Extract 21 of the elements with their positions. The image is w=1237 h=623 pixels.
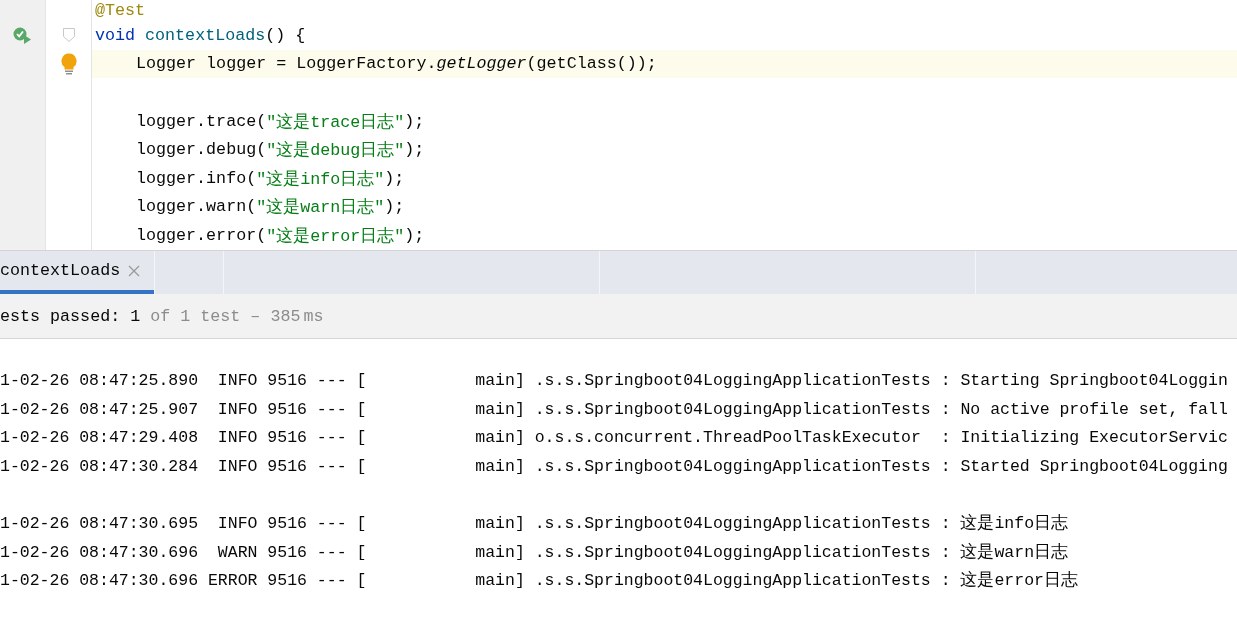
run-test-icon[interactable]: [13, 26, 33, 45]
tests-passed-text: ests passed: 1: [0, 306, 141, 326]
test-summary-text: of 1 test – 385: [149, 306, 301, 326]
lightbulb-icon[interactable]: [61, 52, 77, 75]
duration-unit: ms: [303, 306, 324, 326]
log-line: 1-02-26 08:47:30.696 ERROR 9516 --- [ main] .s.s.Springboot04LoggingApplicationTests : 这是error日志: [0, 570, 1078, 593]
code-line: logger.trace("这是trace日志");: [135, 110, 426, 134]
log-line: 1-02-26 08:47:25.890 INFO 9516 --- [ main] .s.s.Springboot04LoggingApplicationTests : Starting Springboot04Loggin: [0, 370, 1228, 392]
log-line: 1-02-26 08:47:29.408 INFO 9516 --- [ main] o.s.s.concurrent.ThreadPoolTaskExecutor : Initializing ExecutorServic: [0, 427, 1228, 450]
code-line: logger.error("这是error日志");: [135, 224, 426, 248]
code-line: void contextLoads() {: [94, 24, 307, 47]
log-line: 1-02-26 08:47:30.695 INFO 9516 --- [ main] .s.s.Springboot04LoggingApplicationTests : 这是info日志: [0, 512, 1069, 535]
log-line: 1-02-26 08:47:30.696 WARN 9516 --- [ main] .s.s.Springboot04LoggingApplicationTests : 这是warn日志: [0, 541, 1069, 564]
code-line: logger.info("这是info日志");: [135, 167, 406, 191]
close-icon[interactable]: [128, 264, 141, 277]
log-line: 1-02-26 08:47:30.284 INFO 9516 --- [ main] .s.s.Springboot04LoggingApplicationTests : Started Springboot04Logging: [0, 455, 1228, 478]
fold-marker-icon[interactable]: [63, 28, 75, 43]
code-annotation: @Test: [95, 0, 146, 21]
code-line: logger.debug("这是debug日志");: [135, 139, 426, 163]
code-line: logger.warn("这是warn日志");: [135, 196, 406, 220]
log-line: 1-02-26 08:47:25.907 INFO 9516 --- [ main] .s.s.Springboot04LoggingApplicationTests : No active profile set, fall: [0, 398, 1228, 421]
